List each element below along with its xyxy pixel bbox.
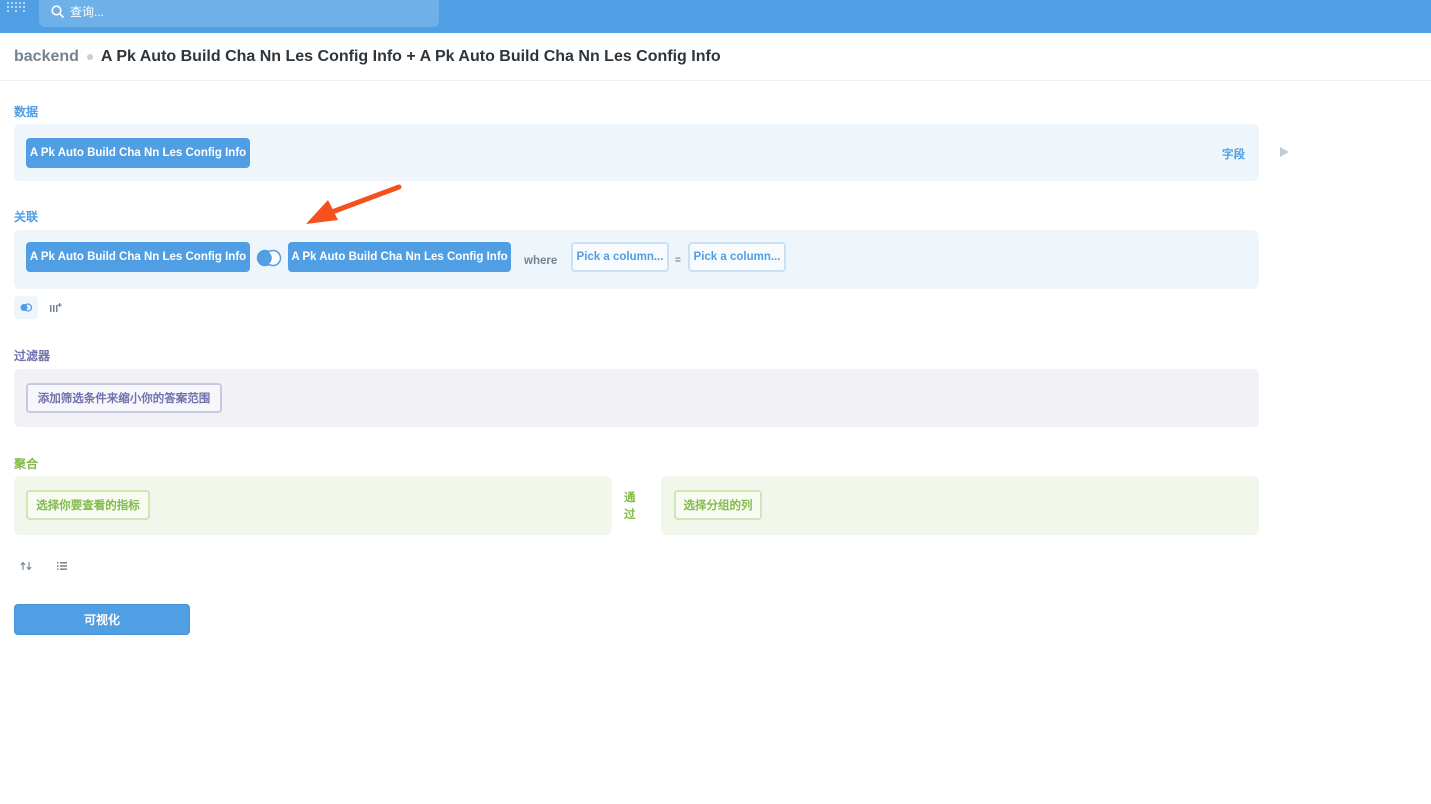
data-panel: A Pk Auto Build Cha Nn Les Config Info 字… xyxy=(14,124,1259,181)
breadcrumb: backend A Pk Auto Build Cha Nn Les Confi… xyxy=(0,33,1431,81)
join-equals-label: = xyxy=(675,255,681,266)
search-icon xyxy=(51,5,64,18)
metabase-logo-icon[interactable] xyxy=(4,0,26,16)
play-icon[interactable] xyxy=(1276,144,1292,160)
breadcrumb-database[interactable]: backend xyxy=(14,48,79,66)
join-icon[interactable] xyxy=(14,296,38,319)
join-section-label: 关联 xyxy=(14,210,39,224)
join-right-column-picker[interactable]: Pick a column... xyxy=(688,242,786,272)
sort-icon[interactable] xyxy=(14,555,38,577)
data-section-label: 数据 xyxy=(14,105,39,119)
visualize-button[interactable]: 可视化 xyxy=(14,604,190,635)
group-by-panel: 选择分组的列 xyxy=(661,476,1259,535)
top-navbar xyxy=(0,0,1431,33)
group-by-label: 通过 xyxy=(624,492,636,521)
pick-metric-button[interactable]: 选择你要查看的指标 xyxy=(26,490,150,520)
page-title: A Pk Auto Build Cha Nn Les Config Info +… xyxy=(100,47,721,65)
filter-section-label: 过滤器 xyxy=(14,349,51,363)
annotation-arrow-icon xyxy=(306,184,402,224)
add-column-icon[interactable] xyxy=(44,296,68,319)
search-input[interactable] xyxy=(70,4,390,19)
fields-picker-link[interactable]: 字段 xyxy=(1222,146,1245,162)
pick-group-column-button[interactable]: 选择分组的列 xyxy=(674,490,762,520)
join-left-column-picker[interactable]: Pick a column... xyxy=(571,242,669,272)
breadcrumb-separator xyxy=(86,53,93,60)
data-table-button[interactable]: A Pk Auto Build Cha Nn Les Config Info xyxy=(26,138,250,168)
join-where-label: where xyxy=(524,255,558,267)
venn-inner-join-icon[interactable] xyxy=(256,248,282,268)
join-right-table-button[interactable]: A Pk Auto Build Cha Nn Les Config Info xyxy=(288,242,511,272)
metric-panel: 选择你要查看的指标 xyxy=(14,476,612,535)
join-left-table-button[interactable]: A Pk Auto Build Cha Nn Les Config Info xyxy=(26,242,250,272)
list-icon[interactable] xyxy=(50,555,74,577)
search-bar[interactable] xyxy=(39,0,439,27)
summarize-section-label: 聚合 xyxy=(14,457,39,471)
join-panel: A Pk Auto Build Cha Nn Les Config Info A… xyxy=(14,230,1259,289)
filter-panel: 添加筛选条件来缩小你的答案范围 xyxy=(14,369,1259,427)
add-filter-button[interactable]: 添加筛选条件来缩小你的答案范围 xyxy=(26,383,222,413)
